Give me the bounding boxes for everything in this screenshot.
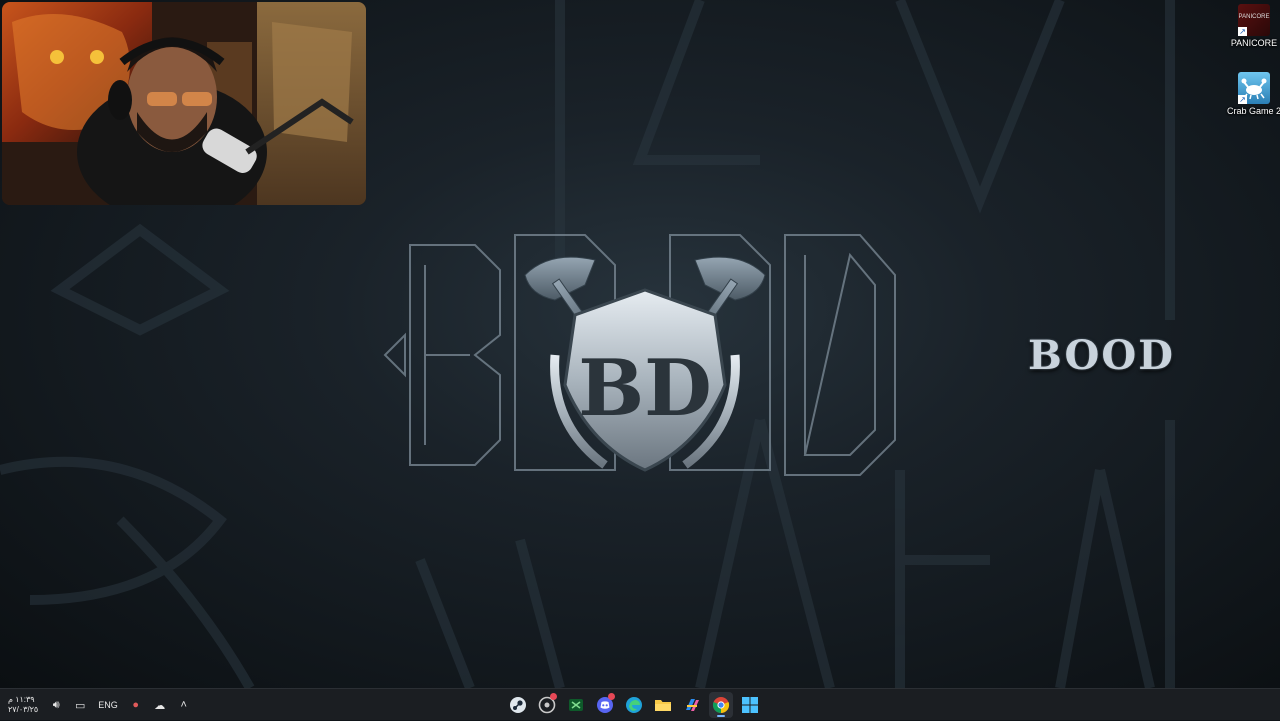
desktop-icon-label: PANICORE (1230, 38, 1278, 48)
clock-date: ٢٧/٠٣/٢٥ (8, 705, 39, 714)
taskbar-app-steam[interactable] (506, 692, 530, 718)
input-language[interactable]: ENG (98, 700, 118, 710)
show-hidden-icons-chevron[interactable]: ˄ (178, 699, 190, 711)
xbox-app-icon (569, 699, 583, 711)
edge-icon (626, 697, 642, 713)
taskbar-app-xbox[interactable] (564, 692, 588, 718)
copilot-icon (686, 699, 699, 711)
taskbar-app-copilot[interactable] (680, 692, 704, 718)
taskbar-app-edge[interactable] (622, 692, 646, 718)
desktop-icon-panicore[interactable]: PANICORE ↗ PANICORE (1228, 4, 1280, 48)
speaker-icon[interactable]: 🔊︎ (50, 699, 62, 712)
taskbar: ١١:٣٩ م ٢٧/٠٣/٢٥ 🔊︎ ▭ ENG ● ☁ ˄ (0, 688, 1280, 720)
panicore-thumb-text: PANICORE (1238, 14, 1270, 20)
bood-wordmark: BOOD (1028, 332, 1175, 379)
bd-monogram: BD (578, 343, 712, 434)
notification-badge (608, 693, 615, 700)
taskbar-start-button[interactable] (738, 692, 762, 718)
crab-game-icon: ↗ (1238, 72, 1270, 104)
taskbar-app-discord-bot[interactable] (535, 692, 559, 718)
taskbar-app-chrome[interactable] (709, 692, 733, 718)
taskbar-app-discord[interactable] (593, 692, 617, 718)
system-tray: ١١:٣٩ م ٢٧/٠٣/٢٥ 🔊︎ ▭ ENG ● ☁ ˄ (8, 689, 190, 721)
file-explorer-icon (655, 700, 671, 711)
desktop-background[interactable]: PANICORE ↗ PANICORE ↗ Crab Game 2 BD BOO… (0, 0, 1280, 688)
taskbar-clock[interactable]: ١١:٣٩ م ٢٧/٠٣/٢٥ (8, 695, 38, 715)
panicore-game-icon: PANICORE ↗ (1238, 4, 1270, 36)
webcam-overlay (2, 2, 366, 205)
taskbar-apps (506, 689, 762, 721)
display-icon[interactable]: ▭ (74, 699, 86, 712)
shortcut-arrow-icon: ↗ (1238, 95, 1247, 104)
notification-badge (550, 693, 557, 700)
desktop-icon-crab-game-2[interactable]: ↗ Crab Game 2 (1226, 72, 1280, 116)
onedrive-cloud-icon[interactable]: ☁ (154, 699, 166, 712)
microphone-icon[interactable]: ● (130, 699, 142, 711)
shortcut-arrow-icon: ↗ (1238, 27, 1247, 36)
bood-emblem-graphic: BD (383, 234, 896, 476)
webcam-feed-image (2, 2, 366, 205)
start-button-icon (742, 697, 758, 713)
bood-logo: BD (380, 215, 910, 505)
taskbar-app-file-explorer[interactable] (651, 692, 675, 718)
clock-time: ١١:٣٩ م (8, 695, 35, 704)
chrome-icon (712, 697, 730, 714)
desktop-icon-label: Crab Game 2 (1226, 106, 1280, 116)
steam-icon (510, 697, 526, 713)
